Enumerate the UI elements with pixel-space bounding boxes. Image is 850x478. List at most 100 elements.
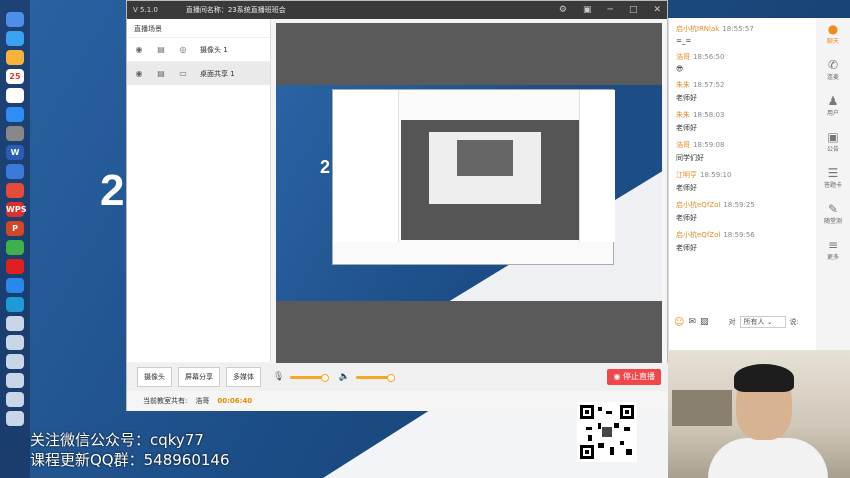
preview-desktop-capture: 2 — [276, 85, 662, 301]
quiz-icon: ✎ — [827, 202, 839, 216]
classroom-user: 浩哥 — [195, 397, 210, 405]
lock-icon[interactable]: ▤ — [156, 69, 166, 78]
preview-slide-number: 2 — [320, 157, 331, 177]
chat-time: 18:55:57 — [722, 25, 754, 33]
camera-icon: ◎ — [179, 44, 187, 54]
appstore-icon[interactable] — [6, 107, 24, 122]
calendar-icon[interactable]: 25 — [6, 69, 24, 84]
settings-icon[interactable] — [6, 126, 24, 141]
preview-nested-view-2 — [429, 132, 541, 204]
minimize-icon[interactable]: ─ — [608, 5, 613, 15]
chat-user: 浩哥 — [676, 53, 690, 61]
chat-text: 老师好 — [676, 214, 697, 222]
close-icon[interactable]: ✕ — [653, 5, 661, 15]
safari-icon[interactable] — [6, 31, 24, 46]
window-icon-3[interactable] — [6, 354, 24, 369]
screen-share-button[interactable]: 屏幕分享 — [178, 367, 220, 387]
rail-item-chat[interactable]: ● 聊天 — [827, 22, 839, 54]
more-icon: ≡ — [827, 238, 839, 252]
mic-volume-slider[interactable] — [290, 373, 330, 382]
stop-label: 停止直播 — [623, 372, 655, 381]
network-icon[interactable] — [6, 164, 24, 179]
send-icon[interactable] — [6, 278, 24, 293]
webcam-person-hair — [734, 364, 794, 392]
chat-time: 18:59:56 — [723, 231, 755, 239]
reminders-icon[interactable] — [6, 88, 24, 103]
finder-icon[interactable] — [6, 12, 24, 27]
watermark-line-1: 关注微信公众号：cqky77 — [30, 431, 204, 449]
maximize-icon[interactable]: □ — [629, 5, 638, 15]
settings-gear-icon[interactable]: ⚙ — [559, 5, 567, 15]
chat-text: 😎 — [676, 65, 684, 73]
window-icon-2[interactable] — [6, 335, 24, 350]
window-icon-5[interactable] — [6, 392, 24, 407]
scene-item-camera[interactable]: ◉ ▤ ◎ 摄像头 1 — [127, 37, 270, 61]
stop-live-button[interactable]: ◉ 停止直播 — [607, 369, 661, 385]
speaker-icon[interactable]: 🔈 — [338, 372, 349, 382]
user-icon: ♟ — [827, 94, 839, 108]
chat-target-select[interactable]: 所有人 ⌄ — [739, 316, 786, 328]
word-icon[interactable]: W — [6, 145, 24, 160]
chat-text: 老师好 — [676, 124, 697, 132]
scene-panel: 直播场景 ◉ ▤ ◎ 摄像头 1 ◉ ▤ ▭ 桌面共享 1 — [127, 19, 271, 362]
chat-user: 启小杭eQfZol — [676, 231, 721, 239]
chat-time: 18:59:08 — [693, 141, 725, 149]
image-icon[interactable]: ▨ — [700, 317, 709, 327]
speaker-volume-slider[interactable] — [355, 373, 395, 382]
window-icon-4[interactable] — [6, 373, 24, 388]
monitor-icon: ▭ — [179, 68, 187, 78]
room-title: 直播间名称：23系统直播班班会 — [185, 6, 286, 14]
rail-item-mic[interactable]: ✆ 连麦 — [827, 58, 839, 90]
wps-icon[interactable]: WPS — [6, 202, 26, 217]
photos-icon[interactable] — [6, 50, 24, 65]
app-dock: 25 W WPS P — [0, 0, 30, 478]
powerpoint-icon[interactable]: P — [6, 221, 24, 236]
eye-icon[interactable]: ◉ — [134, 69, 144, 78]
rail-item-notice[interactable]: ▣ 公告 — [827, 130, 839, 162]
chat-input-bar: ☺ ✉ ▨ 对 所有人 ⌄ 说: — [668, 312, 816, 332]
comment-icon[interactable]: ✉ — [688, 317, 696, 327]
watermark-text: 关注微信公众号：cqky77 课程更新QQ群：548960146 — [30, 430, 230, 470]
screenshot-icon[interactable]: ▣ — [583, 5, 592, 15]
rail-item-users[interactable]: ♟ 用户 — [827, 94, 839, 126]
rail-label: 用户 — [826, 110, 839, 117]
rail-label: 更多 — [826, 254, 839, 261]
chat-user: 朱朱 — [676, 81, 690, 89]
answer-card-icon: ☰ — [827, 166, 839, 180]
to-label: 对 — [728, 318, 736, 326]
scene-item-desktop-share[interactable]: ◉ ▤ ▭ 桌面共享 1 — [127, 61, 270, 85]
preview-scene-panel — [333, 90, 399, 242]
rail-item-answer-card[interactable]: ☰ 答题卡 — [824, 166, 842, 198]
media-button[interactable]: 多媒体 — [226, 367, 261, 387]
chat-time: 18:59:10 — [700, 171, 732, 179]
notice-icon: ▣ — [827, 130, 839, 144]
chat-target-value: 所有人 — [743, 318, 765, 326]
window-icon[interactable] — [6, 316, 24, 331]
lock-icon[interactable]: ▤ — [156, 45, 166, 54]
phone-icon: ✆ — [827, 58, 839, 72]
qr-code — [577, 402, 637, 462]
chevron-down-icon: ⌄ — [766, 318, 773, 326]
app-version: V 5.1.0 — [133, 6, 158, 14]
chat-user: 启小杭lRNlak — [676, 25, 720, 33]
window-icon-6[interactable] — [6, 411, 24, 426]
live-duration: 00:06:40 — [217, 397, 253, 405]
chat-messages: 启小杭lRNlak 18:55:57 =_= 浩哥 18:56:50 😎 朱朱 18:57… — [669, 18, 816, 253]
eye-icon[interactable]: ◉ — [134, 45, 144, 54]
emoji-icon[interactable]: ☺ — [674, 317, 684, 328]
chrome-icon[interactable] — [6, 183, 24, 198]
webcam-person-body — [708, 438, 828, 478]
microphone-icon[interactable]: 🎙 — [273, 372, 284, 382]
preview-app-window — [332, 89, 615, 265]
camera-button[interactable]: 摄像头 — [137, 367, 172, 387]
preview-chat-panel — [579, 90, 615, 242]
cloud-icon[interactable] — [6, 297, 24, 312]
chat-user: 启小杭eQfZol — [676, 201, 721, 209]
maps-icon[interactable] — [6, 240, 24, 255]
rail-item-quiz[interactable]: ✎ 随堂测 — [824, 202, 842, 234]
chat-message: 朱朱 18:57:52 老师好 — [669, 80, 816, 103]
chat-message: 启小杭eQfZol 18:59:25 老师好 — [669, 200, 816, 223]
app-red-icon[interactable] — [6, 259, 24, 274]
rail-item-more[interactable]: ≡ 更多 — [827, 238, 839, 270]
chat-time: 18:58:03 — [693, 111, 725, 119]
